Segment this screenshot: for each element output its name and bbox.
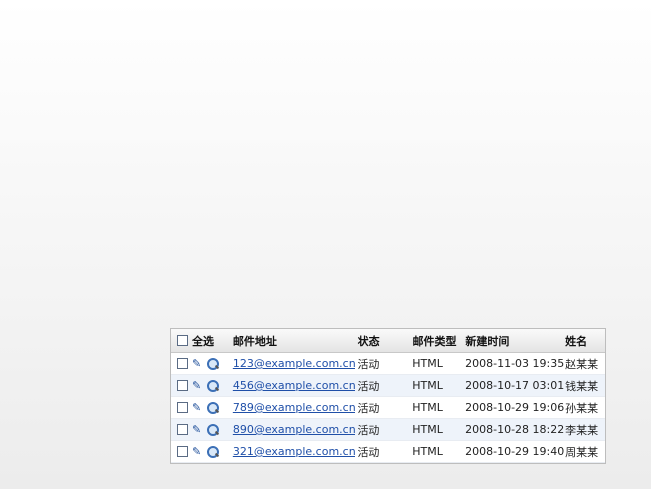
row-actions: ✎ bbox=[171, 379, 231, 392]
row-name: 孙某某 bbox=[565, 401, 599, 415]
row-status: 活动 bbox=[357, 445, 380, 459]
magnifier-icon[interactable] bbox=[207, 357, 219, 370]
row-mail-type: HTML bbox=[412, 423, 443, 436]
row-created: 2008-10-28 18:22 bbox=[465, 423, 565, 436]
email-link[interactable]: 789@example.com.cn bbox=[233, 401, 356, 414]
row-checkbox[interactable] bbox=[177, 446, 188, 457]
email-link[interactable]: 890@example.com.cn bbox=[233, 423, 356, 436]
pencil-icon[interactable]: ✎ bbox=[192, 446, 203, 457]
magnifier-icon[interactable] bbox=[207, 445, 219, 458]
row-actions: ✎ bbox=[171, 357, 231, 370]
row-checkbox[interactable] bbox=[177, 358, 188, 369]
magnifier-icon[interactable] bbox=[207, 423, 219, 436]
row-actions: ✎ bbox=[171, 423, 231, 436]
row-email[interactable]: 890@example.com.cn bbox=[231, 423, 356, 436]
row-status: 活动 bbox=[357, 423, 380, 437]
row-name: 李某某 bbox=[565, 423, 599, 437]
email-link[interactable]: 123@example.com.cn bbox=[233, 357, 356, 370]
header-name: 姓名 bbox=[565, 334, 588, 348]
row-created: 2008-10-29 19:40 bbox=[465, 445, 565, 458]
row-status: 活动 bbox=[357, 357, 380, 371]
row-checkbox[interactable] bbox=[177, 380, 188, 391]
table-header: 全选 邮件地址 状态 邮件类型 新建时间 姓名 bbox=[171, 329, 605, 353]
select-all-label: 全选 bbox=[192, 334, 214, 348]
magnifier-icon[interactable] bbox=[207, 401, 219, 414]
header-email: 邮件地址 bbox=[232, 334, 277, 348]
row-email[interactable]: 456@example.com.cn bbox=[231, 379, 356, 392]
row-actions: ✎ bbox=[171, 401, 231, 414]
row-created: 2008-10-17 03:01 bbox=[465, 379, 565, 392]
row-name: 赵某某 bbox=[565, 357, 599, 371]
row-checkbox[interactable] bbox=[177, 402, 188, 413]
select-all-cell: 全选 bbox=[171, 333, 231, 349]
select-all-checkbox[interactable] bbox=[177, 335, 188, 346]
header-status: 状态 bbox=[357, 334, 380, 348]
contact-list-table: 全选 邮件地址 状态 邮件类型 新建时间 姓名 ✎ 123@example.co… bbox=[170, 328, 606, 464]
row-mail-type: HTML bbox=[412, 401, 443, 414]
row-created: 2008-11-03 19:35 bbox=[465, 357, 565, 370]
row-email[interactable]: 321@example.com.cn bbox=[231, 445, 356, 458]
row-created: 2008-10-29 19:06 bbox=[465, 401, 565, 414]
pencil-icon[interactable]: ✎ bbox=[192, 380, 203, 391]
row-email[interactable]: 123@example.com.cn bbox=[231, 357, 356, 370]
row-mail-type: HTML bbox=[412, 357, 443, 370]
header-mail-type: 邮件类型 bbox=[412, 334, 457, 348]
row-mail-type: HTML bbox=[412, 445, 443, 458]
pencil-icon[interactable]: ✎ bbox=[192, 358, 203, 369]
table-row: ✎ 890@example.com.cn 活动 HTML 2008-10-28 … bbox=[171, 419, 605, 441]
header-created: 新建时间 bbox=[465, 334, 510, 348]
pencil-icon[interactable]: ✎ bbox=[192, 424, 203, 435]
row-actions: ✎ bbox=[171, 445, 231, 458]
screenshot-canvas: 全选 邮件地址 状态 邮件类型 新建时间 姓名 ✎ 123@example.co… bbox=[0, 0, 651, 489]
table-row: ✎ 321@example.com.cn 活动 HTML 2008-10-29 … bbox=[171, 441, 605, 463]
row-status: 活动 bbox=[357, 379, 380, 393]
table-row: ✎ 456@example.com.cn 活动 HTML 2008-10-17 … bbox=[171, 375, 605, 397]
row-name: 钱某某 bbox=[565, 379, 599, 393]
magnifier-icon[interactable] bbox=[207, 379, 219, 392]
row-email[interactable]: 789@example.com.cn bbox=[231, 401, 356, 414]
row-status: 活动 bbox=[357, 401, 380, 415]
email-link[interactable]: 321@example.com.cn bbox=[233, 445, 356, 458]
table-row: ✎ 123@example.com.cn 活动 HTML 2008-11-03 … bbox=[171, 353, 605, 375]
table-row: ✎ 789@example.com.cn 活动 HTML 2008-10-29 … bbox=[171, 397, 605, 419]
row-checkbox[interactable] bbox=[177, 424, 188, 435]
row-mail-type: HTML bbox=[412, 379, 443, 392]
email-link[interactable]: 456@example.com.cn bbox=[233, 379, 356, 392]
row-name: 周某某 bbox=[565, 445, 599, 459]
pencil-icon[interactable]: ✎ bbox=[192, 402, 203, 413]
